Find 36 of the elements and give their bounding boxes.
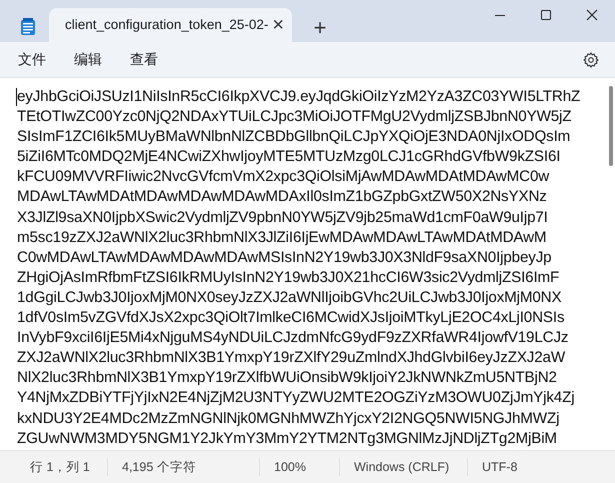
text-line: X3JlZl9saXN0IjpbXSwic2VydmljZV9pbnN0YW5jZV9jb25maWd1cmF0aW9uIjp7I — [17, 208, 549, 228]
text-line: MDAwLTAwMDAtMDAwMDAwMDAwMDAxIl0sImZ1bGZpbGxtZW50X2NsYXNz — [17, 187, 548, 208]
text-line: ZGUwNWM3MDY5NGM1Y2JkYmY3MmY2YTM2NTg3MGNlMzJjNDljZTg2MjBiM — [17, 428, 558, 449]
tab-close-button[interactable]: × — [268, 15, 288, 35]
new-tab-button[interactable]: + — [302, 10, 338, 45]
text-line: kxNDU3Y2E4MDc2MzZmNGNlNjk0MGNhMWZhYjcxY2I2NGQ5NWI5NGJhMWZj — [17, 408, 560, 428]
text-line: m5sc19zZXJ2aWNlX2luc3RhbmNlX3JlZiI6IjEwMDAwMDAwLTAwMDAtMDAwM — [17, 228, 548, 248]
text-line: SIsImF1ZCI6Ik5MUyBMaWNlbnNlZCBDbGllbnQiLCJpYXQiOjE3NDA0NjIxODQsIm — [17, 127, 572, 148]
status-text: 行 1，列 1 — [16, 458, 108, 476]
text-line: C0wMDAwLTAwMDAwMDAwMDAwMSIsInN2Y19wb3J0X3NldF9saXN0IjpbeyJp — [17, 248, 552, 268]
settings-icon[interactable] — [583, 52, 599, 68]
text-line: Y4NjMxZDBiYTFjYjIxN2E4NjZjM2U3NTYyZWU2MTE2OGZiYzM3OWU0ZjJmYjk4Zj — [17, 388, 576, 408]
text-line: 1dGgiLCJwb3J0IjoxMjM0NX0seyJzZXJ2aWNlIjoibGVhc2UiLCJwb3J0IjoxMjM0NX — [17, 288, 562, 308]
status-text: UTF-8 — [481, 459, 518, 476]
menu-item[interactable]: 文件 — [4, 45, 60, 74]
menu-item[interactable]: 编辑 — [60, 45, 116, 74]
text-line: kFCU09MVVRFIiwic2NvcGVfcmVmX2xpc3QiOlsiMjAwMDAwMDAtMDAwMC0w — [17, 167, 550, 188]
tab-title: client_configuration_token_25-02- — [65, 16, 268, 34]
text-line: NlX2luc3RhbmNlX3B1YmxpY19rZXlfbWUiOnsibW9kIjoiY2JkNWNkZmU5NTBjN2 — [17, 368, 558, 388]
document-tab[interactable]: client_configuration_token_25-02- × — [49, 8, 292, 42]
status-text: Windows (CRLF) — [340, 458, 468, 476]
scrollbar[interactable] — [609, 86, 613, 166]
text-line: InVybF9xciI6IjE5Mi4xNjguMS4yNDUiLCJzdmNfcG9ydF9zZXRfaWR4IjowfV19LCJz — [17, 328, 570, 348]
maximize-icon — [540, 9, 552, 21]
status-text: 100% — [260, 458, 340, 476]
text-line: ZHgiOjAsImRfbmFtZSI6IkRMUyIsInN2Y19wb3J0X21hcCI6W3sic2VydmljZSI6ImF — [17, 268, 560, 288]
text-line: 1dfV0sIm5vZGVfdXJsX2xpc3QiOlt7ImlkeCI6MCwidXJsIjoiMTkyLjE2OC4xLjI0NSIs — [17, 308, 566, 328]
text-line: eyJhbGciOiJSUzI1NiIsInR5cCI6IkpXVCJ9.eyJqdGkiOiIzYzM2YzA3ZC03YWI5LTRhZ — [17, 87, 582, 107]
close-icon — [586, 9, 598, 21]
text-line: ZXJ2aWNlX2luc3RhbmNlX3B1YmxpY19rZXlfY29uZmlndXJhdGlvbiI6eyJzZXJ2aW — [17, 348, 566, 368]
notepad-icon — [20, 18, 36, 36]
menu-item[interactable]: 查看 — [116, 45, 172, 74]
text-cursor — [16, 88, 17, 106]
status-text: 4,195 个字符 — [108, 458, 260, 476]
text-line: 5iZiI6MTc0MDQ2MjE4NCwiZXhwIjoyMTE5MTUzMzg0LCJ1cGRhdGVfbW9kZSI6I — [17, 147, 562, 168]
text-line: TEtOTIwZC00Yzc0NjQ2NDAxYTUiLCJpc3MiOiJOTFMgU2VydmljZSBJbnN0YW5jZ — [17, 107, 572, 128]
